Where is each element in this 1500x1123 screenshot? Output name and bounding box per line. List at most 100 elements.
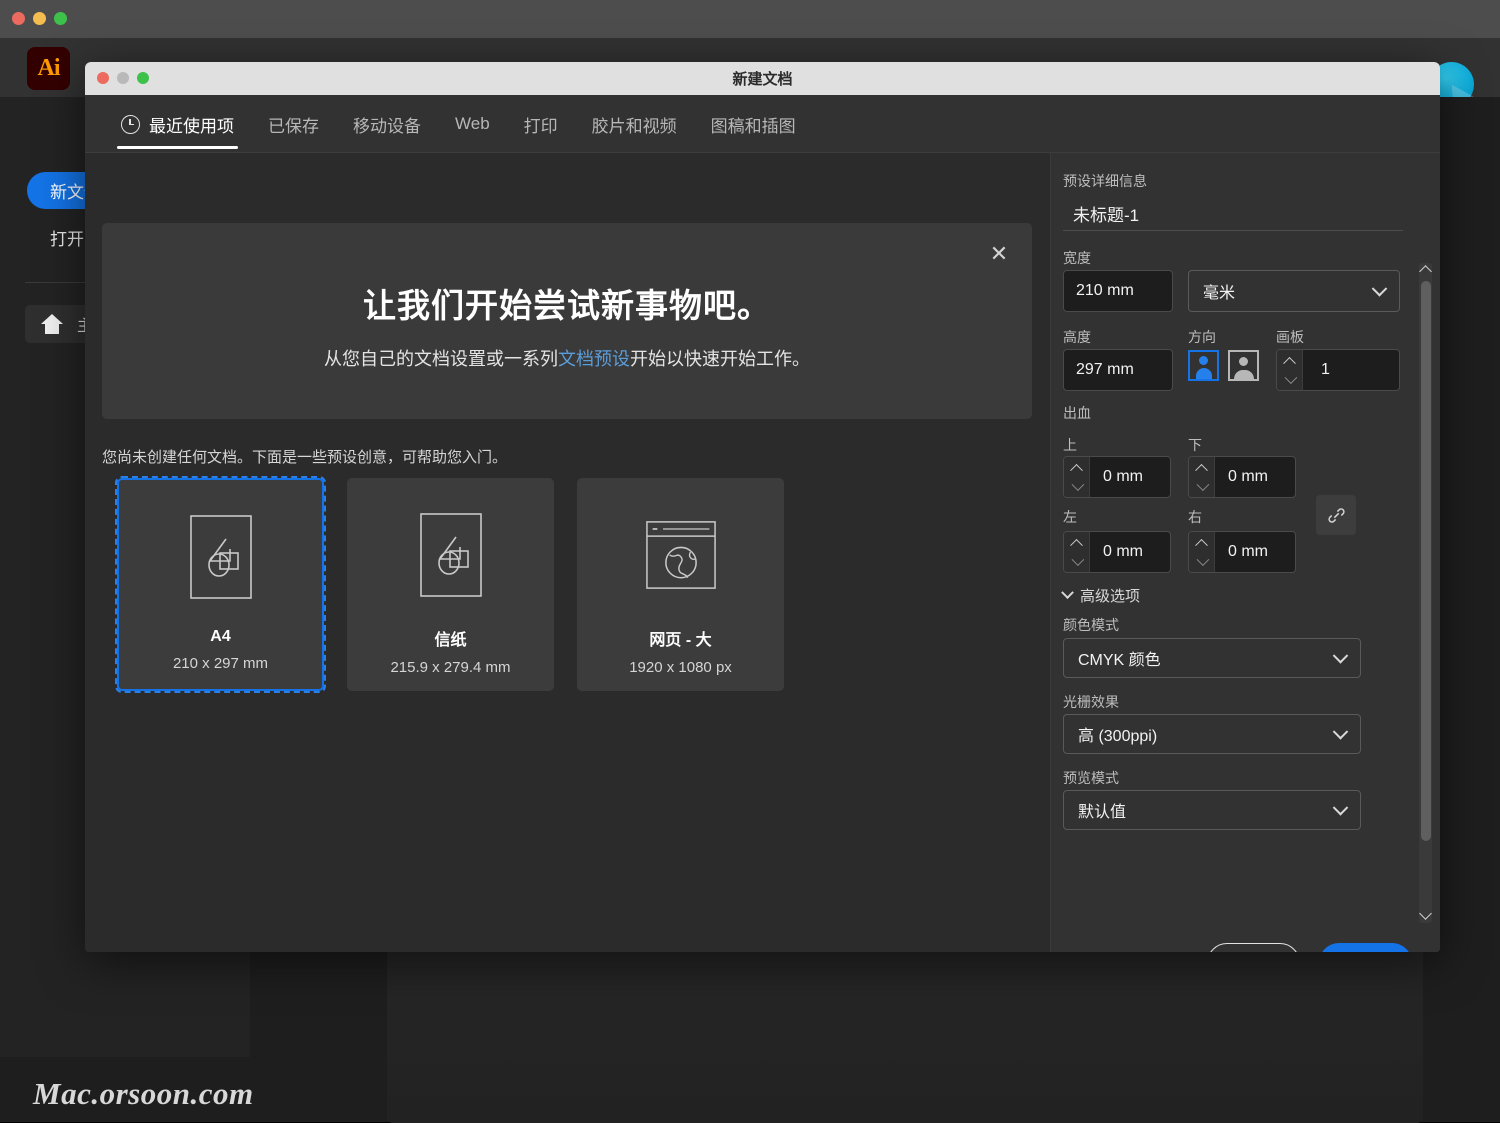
preset-name: 网页 - 大 bbox=[649, 632, 712, 649]
stepper-up-button[interactable] bbox=[1277, 350, 1302, 370]
bleed-right-value: 0 mm bbox=[1228, 543, 1268, 560]
web-icon bbox=[645, 510, 716, 600]
preset-card-web-large[interactable]: 网页 - 大 1920 x 1080 px bbox=[577, 478, 784, 691]
stepper-down-button[interactable] bbox=[1189, 477, 1214, 497]
landscape-icon bbox=[1239, 357, 1248, 366]
bleed-right-arrows[interactable] bbox=[1189, 532, 1215, 572]
details-scrollbar[interactable] bbox=[1419, 263, 1432, 923]
document-presets-link[interactable]: 文档预设 bbox=[558, 349, 630, 369]
preset-name: A4 bbox=[210, 628, 231, 645]
stepper-down-button[interactable] bbox=[1064, 552, 1089, 572]
stepper-up-button[interactable] bbox=[1189, 532, 1214, 552]
tab-print[interactable]: 打印 bbox=[520, 95, 562, 153]
raster-effects-value: 高 (300ppi) bbox=[1078, 728, 1158, 745]
bleed-top-label: 上 bbox=[1063, 437, 1077, 453]
tab-recent[interactable]: 最近使用项 bbox=[117, 95, 238, 153]
chevron-down-icon bbox=[1371, 281, 1388, 297]
window-minimize-button[interactable] bbox=[33, 12, 46, 25]
window-close-button[interactable] bbox=[12, 12, 25, 25]
preview-mode-value: 默认值 bbox=[1078, 804, 1127, 821]
dialog-close-button[interactable] bbox=[97, 72, 109, 84]
window-maximize-button[interactable] bbox=[54, 12, 67, 25]
bleed-label: 出血 bbox=[1063, 405, 1091, 421]
bleed-top-stepper[interactable]: 0 mm bbox=[1063, 456, 1171, 498]
preview-mode-label: 预览模式 bbox=[1063, 770, 1119, 786]
dialog-titlebar: 新建文档 bbox=[85, 62, 1440, 95]
width-value: 210 mm bbox=[1076, 282, 1134, 299]
advanced-options-label: 高级选项 bbox=[1080, 588, 1141, 605]
tab-label: 最近使用项 bbox=[149, 116, 234, 136]
dialog-maximize-button[interactable] bbox=[137, 72, 149, 84]
width-input[interactable]: 210 mm bbox=[1063, 270, 1173, 312]
bleed-bottom-arrows[interactable] bbox=[1189, 457, 1215, 497]
bleed-left-stepper[interactable]: 0 mm bbox=[1063, 531, 1171, 573]
chevron-down-icon bbox=[1332, 724, 1349, 740]
preset-name: 信纸 bbox=[434, 632, 467, 649]
bleed-bottom-stepper[interactable]: 0 mm bbox=[1188, 456, 1296, 498]
height-label: 高度 bbox=[1063, 329, 1091, 345]
tab-label: Web bbox=[455, 114, 490, 133]
orientation-landscape-button[interactable] bbox=[1228, 350, 1259, 381]
advanced-options-toggle[interactable]: 高级选项 bbox=[1061, 585, 1141, 606]
close-button[interactable]: 关闭 bbox=[1207, 943, 1300, 952]
bleed-right-stepper[interactable]: 0 mm bbox=[1188, 531, 1296, 573]
unit-value: 毫米 bbox=[1203, 285, 1236, 302]
stepper-up-button[interactable] bbox=[1064, 532, 1089, 552]
stepper-up-button[interactable] bbox=[1064, 457, 1089, 477]
scroll-down-arrow-icon[interactable] bbox=[1419, 907, 1432, 920]
width-label: 宽度 bbox=[1063, 250, 1091, 266]
height-input[interactable]: 297 mm bbox=[1063, 349, 1173, 391]
open-file-button[interactable]: 打开 bbox=[50, 225, 84, 250]
intro-banner: ✕ 让我们开始尝试新事物吧。 从您自己的文档设置或一系列文档预设开始以快速开始工… bbox=[102, 223, 1032, 419]
chevron-down-icon bbox=[1332, 648, 1349, 664]
watermark: Mac.orsoon.com bbox=[33, 1076, 254, 1111]
illustrator-logo-icon: Ai bbox=[27, 47, 70, 90]
dialog-title: 新建文档 bbox=[732, 71, 793, 88]
stepper-down-button[interactable] bbox=[1189, 552, 1214, 572]
preset-card-letter[interactable]: 信纸 215.9 x 279.4 mm bbox=[347, 478, 554, 691]
tab-label: 打印 bbox=[523, 116, 558, 136]
dialog-minimize-button bbox=[117, 72, 129, 84]
artboard-stepper[interactable]: 1 bbox=[1276, 349, 1400, 391]
bleed-left-value: 0 mm bbox=[1103, 543, 1143, 560]
unit-select[interactable]: 毫米 bbox=[1188, 270, 1400, 312]
preset-dimensions: 215.9 x 279.4 mm bbox=[390, 659, 511, 676]
bleed-top-arrows[interactable] bbox=[1064, 457, 1090, 497]
color-mode-select[interactable]: CMYK 颜色 bbox=[1063, 638, 1361, 678]
scrollbar-thumb[interactable] bbox=[1420, 281, 1431, 841]
chevron-down-icon bbox=[1332, 800, 1349, 816]
scroll-up-arrow-icon[interactable] bbox=[1419, 265, 1432, 278]
preset-details-heading: 预设详细信息 bbox=[1063, 173, 1147, 189]
preset-details-pane: 预设详细信息 未标题-1 宽度 210 mm 毫米 高度 297 mm 方向 画… bbox=[1050, 153, 1440, 952]
chevron-up-icon bbox=[1070, 538, 1083, 552]
artboard-label: 画板 bbox=[1276, 329, 1304, 345]
new-document-dialog: 新建文档 最近使用项 已保存 移动设备 Web 打印 胶片和视频 图稿和插图 ✕… bbox=[85, 62, 1440, 952]
tab-label: 图稿和插图 bbox=[710, 116, 796, 136]
stepper-down-button[interactable] bbox=[1277, 370, 1302, 390]
artboard-value: 1 bbox=[1321, 361, 1330, 378]
tab-art-illustration[interactable]: 图稿和插图 bbox=[707, 95, 800, 153]
orientation-portrait-button[interactable] bbox=[1188, 350, 1219, 381]
tab-saved[interactable]: 已保存 bbox=[264, 95, 323, 153]
bleed-left-arrows[interactable] bbox=[1064, 532, 1090, 572]
preview-mode-select[interactable]: 默认值 bbox=[1063, 790, 1361, 830]
tab-web[interactable]: Web bbox=[451, 95, 494, 153]
tab-mobile[interactable]: 移动设备 bbox=[349, 95, 425, 153]
preset-browser-pane: ✕ 让我们开始尝试新事物吧。 从您自己的文档设置或一系列文档预设开始以快速开始工… bbox=[85, 153, 1050, 952]
link-icon bbox=[1327, 507, 1345, 523]
bleed-link-toggle[interactable] bbox=[1316, 495, 1356, 535]
chevron-down-icon bbox=[1196, 477, 1210, 491]
preset-card-a4[interactable]: A4 210 x 297 mm bbox=[115, 476, 326, 693]
bleed-top-value: 0 mm bbox=[1103, 468, 1143, 485]
stepper-up-button[interactable] bbox=[1189, 457, 1214, 477]
create-button[interactable]: 创建 bbox=[1319, 943, 1412, 952]
raster-effects-select[interactable]: 高 (300ppi) bbox=[1063, 714, 1361, 754]
tab-film-video[interactable]: 胶片和视频 bbox=[588, 95, 681, 153]
stepper-down-button[interactable] bbox=[1064, 477, 1089, 497]
preset-dimensions: 1920 x 1080 px bbox=[629, 659, 732, 676]
artboard-stepper-arrows[interactable] bbox=[1277, 350, 1303, 390]
preset-dimensions: 210 x 297 mm bbox=[172, 655, 269, 672]
preset-name-input[interactable]: 未标题-1 bbox=[1063, 197, 1403, 231]
close-icon[interactable]: ✕ bbox=[986, 241, 1012, 267]
banner-subtitle-after: 开始以快速开始工作。 bbox=[630, 349, 810, 369]
